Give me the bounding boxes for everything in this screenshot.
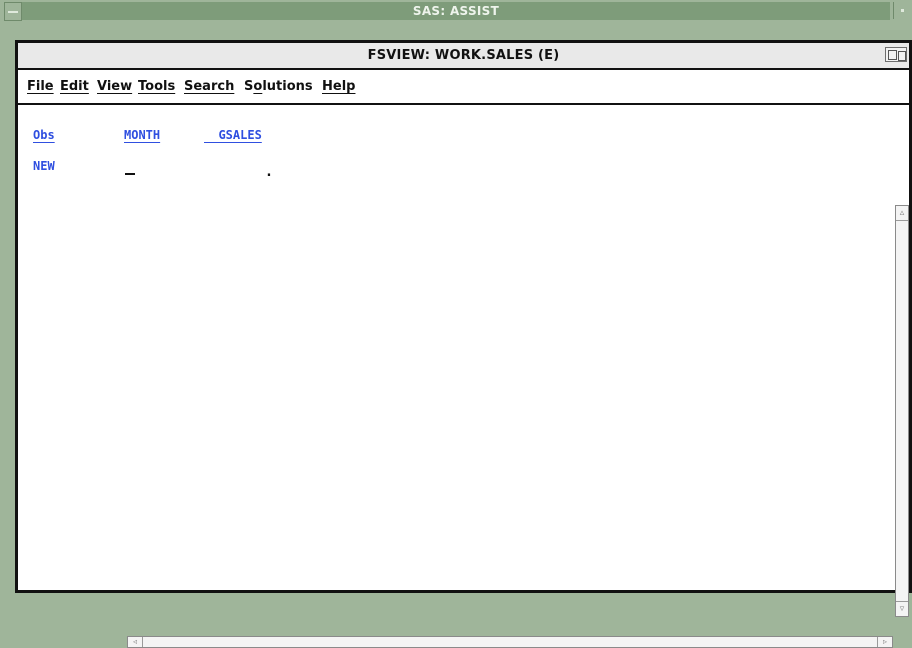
menu-file[interactable]: File [27, 79, 54, 97]
scroll-left-arrow-icon[interactable]: ◃ [128, 637, 143, 647]
fsview-data-area: Obs MONTH GSALES NEW . ▵ ▿ ◃ ▹ [18, 105, 909, 648]
menu-view[interactable]: View [97, 79, 132, 97]
scroll-up-arrow-icon[interactable]: ▵ [896, 206, 908, 221]
restore-icon[interactable] [885, 47, 907, 62]
sas-assist-window: SAS: ASSIST FSVIEW: WORK.SALES (E) File … [0, 0, 912, 648]
resize-corner [895, 619, 909, 633]
minimize-icon[interactable] [893, 2, 911, 19]
scroll-right-arrow-icon[interactable]: ▹ [877, 637, 892, 647]
menu-tools[interactable]: Tools [138, 79, 175, 97]
column-header-obs[interactable]: Obs [33, 128, 55, 142]
column-header-gsales[interactable]: GSALES [204, 128, 261, 142]
system-menu-icon[interactable] [4, 2, 22, 21]
fsview-window: FSVIEW: WORK.SALES (E) File Edit View To… [15, 40, 912, 648]
row-obs-label: NEW [33, 159, 55, 173]
menu-search[interactable]: Search [184, 79, 234, 97]
menu-help[interactable]: Help [322, 79, 355, 97]
gsales-input-field[interactable]: . [262, 165, 276, 179]
horizontal-scrollbar[interactable]: ◃ ▹ [127, 636, 893, 648]
scroll-down-arrow-icon[interactable]: ▿ [896, 601, 908, 616]
menu-solutions[interactable]: Solutions [244, 79, 313, 97]
menu-bar: File Edit View Tools Search Solutions He… [18, 70, 909, 105]
month-input-field[interactable] [125, 173, 135, 175]
window-title: SAS: ASSIST [22, 2, 890, 20]
vertical-scrollbar[interactable]: ▵ ▿ [895, 205, 909, 617]
column-header-month[interactable]: MONTH [124, 128, 160, 142]
fsview-title: FSVIEW: WORK.SALES (E) [18, 43, 909, 70]
menu-edit[interactable]: Edit [60, 79, 89, 97]
